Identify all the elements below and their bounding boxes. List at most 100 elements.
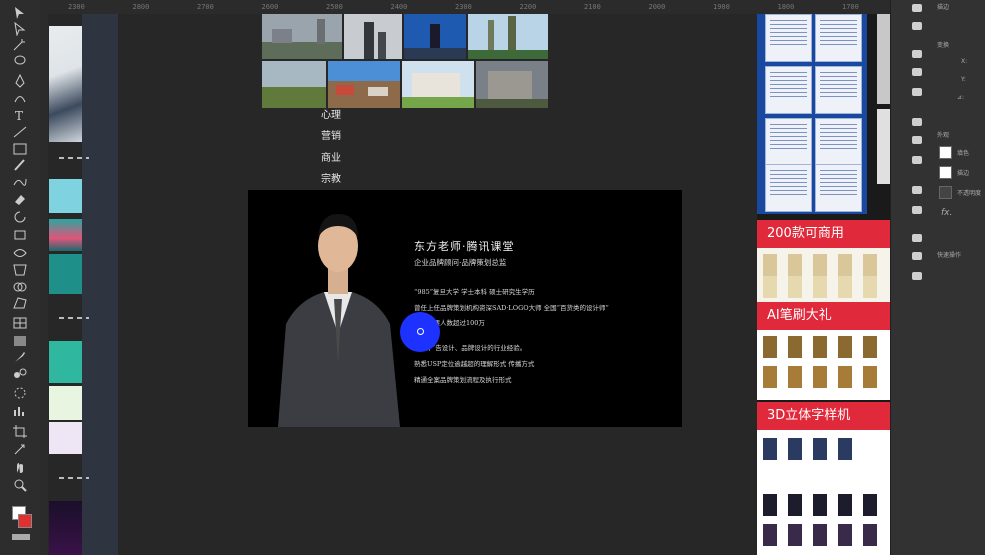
category-item[interactable]: 营销 (321, 127, 341, 142)
artboard-thumb-green[interactable] (49, 341, 82, 383)
photo-gray-landscape[interactable] (262, 14, 342, 59)
select-icon[interactable] (12, 6, 28, 20)
rotate-icon[interactable] (12, 210, 28, 224)
fill-swatch[interactable] (939, 146, 952, 159)
mockup-thumb[interactable] (763, 524, 777, 546)
mockup-thumb[interactable] (863, 524, 877, 546)
width-icon[interactable] (12, 246, 28, 260)
photo-statue[interactable] (344, 14, 402, 59)
shape-builder-icon[interactable] (12, 280, 28, 294)
screen-mode-icon[interactable] (12, 534, 30, 540)
document-page-thumb[interactable] (765, 164, 812, 212)
brush-thumb[interactable] (788, 276, 802, 298)
brush-pack-thumb[interactable] (813, 336, 827, 358)
stroke-swatch[interactable] (939, 166, 952, 179)
mockup-thumb[interactable] (863, 494, 877, 516)
paintbrush-icon[interactable] (12, 158, 28, 172)
artboards-icon[interactable] (910, 48, 924, 60)
category-item[interactable]: 商业 (321, 149, 341, 164)
perspective-icon[interactable] (12, 296, 28, 310)
category-item[interactable]: 宗教 (321, 170, 341, 185)
artboard-thumb-cyan[interactable] (49, 179, 82, 213)
brush-pack-thumb[interactable] (763, 336, 777, 358)
mockup-thumb[interactable] (813, 438, 827, 460)
export-icon[interactable] (910, 250, 924, 262)
vertical-ruler[interactable] (40, 14, 48, 555)
direct-select-icon[interactable] (12, 22, 28, 36)
opacity-swatch[interactable] (939, 186, 952, 199)
brush-thumb[interactable] (863, 276, 877, 298)
document-page-thumb[interactable] (815, 118, 862, 166)
photo-house[interactable] (402, 61, 474, 108)
artboard-thumb-purple[interactable] (49, 422, 82, 454)
brush-pack-thumb[interactable] (788, 336, 802, 358)
libraries-icon[interactable] (910, 20, 924, 32)
symbols-icon[interactable] (910, 86, 924, 98)
brush-thumb[interactable] (838, 254, 852, 276)
brush-pack-thumb[interactable] (763, 366, 777, 388)
fx-label[interactable]: fx. (941, 208, 952, 218)
appearance-icon[interactable] (910, 184, 924, 196)
photo-blue-sky[interactable] (404, 14, 466, 59)
artboard-thumb-pink[interactable] (49, 219, 82, 251)
brush-thumb[interactable] (763, 254, 777, 276)
magic-wand-icon[interactable] (12, 38, 28, 52)
mesh-icon[interactable] (12, 316, 28, 330)
brushes-icon[interactable] (910, 66, 924, 78)
zoom-icon[interactable] (12, 478, 28, 492)
graphic-styles-icon[interactable] (910, 204, 924, 216)
document-page-thumb[interactable] (765, 118, 812, 166)
free-transform-icon[interactable] (12, 263, 28, 277)
transparency-icon[interactable] (910, 154, 924, 166)
layers-stack-icon[interactable] (910, 232, 924, 244)
document-page-thumb[interactable] (765, 66, 812, 114)
photo-countryside[interactable] (262, 61, 326, 108)
artboard-thumb-dark-purple[interactable] (49, 501, 82, 555)
layers-icon[interactable] (910, 2, 924, 14)
photo-cathedral[interactable] (468, 14, 548, 59)
symbol-sprayer-icon[interactable] (12, 386, 28, 400)
mockup-thumb[interactable] (763, 494, 777, 516)
document-page-thumb[interactable] (815, 14, 862, 62)
eyedropper-icon[interactable] (12, 350, 28, 364)
gradient-icon[interactable] (12, 334, 28, 348)
document-page-thumb[interactable] (815, 164, 862, 212)
blend-icon[interactable] (12, 367, 28, 381)
hand-icon[interactable] (12, 460, 28, 474)
brush-pack-thumb[interactable] (838, 366, 852, 388)
mockup-thumb[interactable] (838, 524, 852, 546)
brush-thumb[interactable] (788, 254, 802, 276)
pen-icon[interactable] (12, 74, 28, 88)
mockup-thumb[interactable] (763, 438, 777, 460)
brush-pack-thumb[interactable] (863, 336, 877, 358)
lasso-icon[interactable] (12, 54, 28, 68)
brush-thumb[interactable] (838, 276, 852, 298)
type-icon[interactable]: T (12, 108, 28, 122)
horizontal-ruler[interactable]: 2300 2800 2700 2600 2500 2400 2300 2200 2100 2000… (40, 0, 890, 15)
pathfinder-icon[interactable] (910, 134, 924, 146)
brush-thumb[interactable] (863, 254, 877, 276)
mockup-thumb[interactable] (788, 524, 802, 546)
teacher-intro-slide[interactable]: 东方老师·腾讯课堂 企业品牌顾问·品牌策划总监 “985”复旦大学 学士本科 硕… (248, 190, 682, 427)
brush-thumb[interactable] (763, 276, 777, 298)
photo-village[interactable] (328, 61, 400, 108)
category-item[interactable]: 心理 (321, 106, 341, 121)
promo-banner-ai-brush[interactable]: AI笔刷大礼 (757, 302, 890, 330)
artboard-thumb-leaf[interactable] (49, 386, 82, 420)
mockup-thumb[interactable] (788, 438, 802, 460)
scale-icon[interactable] (12, 228, 28, 242)
brush-thumb[interactable] (813, 276, 827, 298)
document-page-thumb[interactable] (815, 66, 862, 114)
rectangle-icon[interactable] (12, 142, 28, 156)
mockup-thumb[interactable] (813, 524, 827, 546)
brush-pack-thumb[interactable] (813, 366, 827, 388)
shaper-icon[interactable] (12, 175, 28, 189)
promo-banner-brushes[interactable]: 200款可商用 (757, 220, 890, 248)
brush-pack-thumb[interactable] (838, 336, 852, 358)
align-icon[interactable] (910, 116, 924, 128)
document-page-thumb[interactable] (765, 14, 812, 62)
graph-icon[interactable] (12, 404, 28, 418)
photo-old-building[interactable] (476, 61, 548, 108)
stroke-color-swatch[interactable] (18, 514, 32, 528)
mockup-thumb[interactable] (838, 494, 852, 516)
